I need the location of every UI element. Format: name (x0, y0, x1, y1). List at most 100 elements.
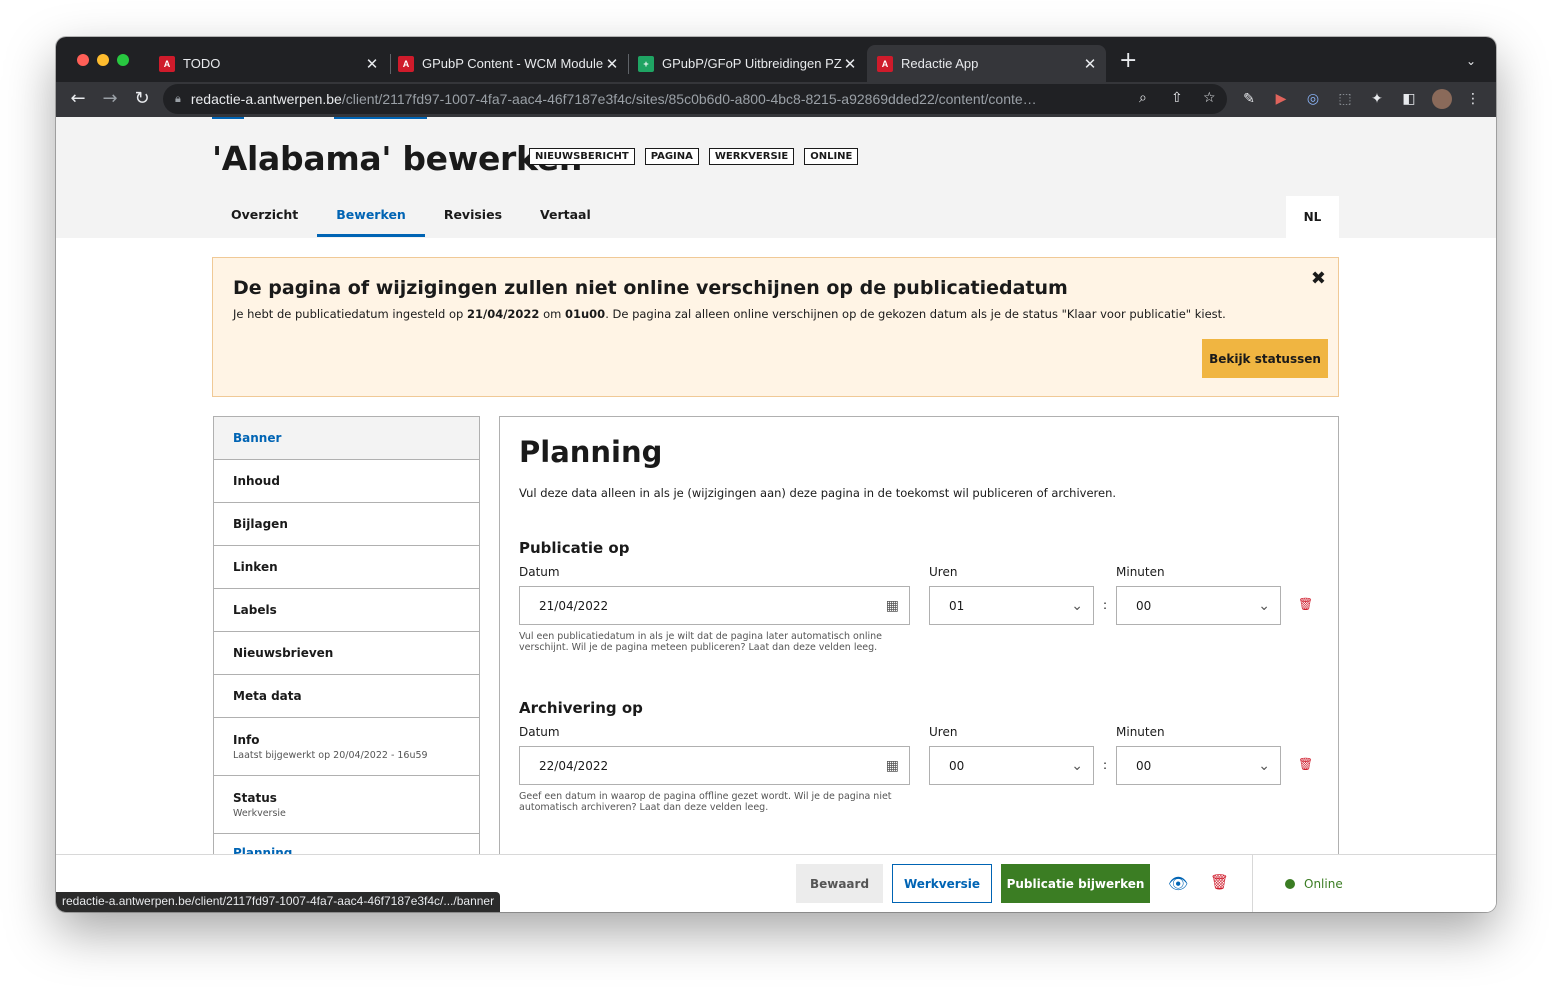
breadcrumb-underline (212, 117, 244, 119)
browser-tab-gpubp-content[interactable]: A GPubP Content - WCM Module ✕ (398, 45, 620, 82)
browser-tab-redactie-app[interactable]: A Redactie App ✕ (867, 45, 1106, 82)
publication-section-title: Publicatie op (519, 539, 630, 557)
saved-button[interactable]: Bewaard (796, 864, 883, 903)
sidebar-toggle-icon[interactable]: ◧ (1400, 90, 1418, 108)
close-tab-icon[interactable]: ✕ (604, 55, 620, 73)
forward-icon[interactable]: → (98, 87, 122, 111)
browser-toolbar: ← → ↻ 🔒︎ redactie-a.antwerpen.be/client/… (56, 82, 1496, 117)
archive-hours-label: Uren (929, 725, 958, 739)
content-tabs: Overzicht Bewerken Revisies Vertaal (212, 197, 610, 237)
archive-minutes-select[interactable]: 00 ⌄ (1116, 746, 1281, 785)
delete-trash-icon[interactable]: 🗑︎ (1210, 873, 1229, 891)
bookmark-star-icon[interactable]: ☆ (1203, 90, 1216, 106)
sidebar-item-inhoud[interactable]: Inhoud (214, 460, 479, 503)
page-content: 'Alabama' bewerken NIEUWSBERICHT PAGINA … (56, 117, 1496, 912)
profile-avatar[interactable] (1432, 89, 1452, 109)
update-publication-button[interactable]: Publicatie bijwerken (1001, 864, 1150, 903)
preview-eye-icon[interactable]: 👁︎ (1168, 874, 1188, 893)
archive-hint: Geef een datum in waarop de pagina offli… (519, 791, 892, 813)
tag-pagina: PAGINA (644, 148, 699, 165)
status-text: Online (1304, 877, 1343, 891)
tab-revisies[interactable]: Revisies (425, 197, 521, 237)
calendar-icon[interactable]: ▦ (886, 597, 899, 615)
tab-search-icon[interactable]: ⌄ (1466, 54, 1476, 68)
reload-icon[interactable]: ↻ (130, 87, 154, 111)
video-extension-icon[interactable]: ▶ (1272, 90, 1290, 108)
tab-bewerken[interactable]: Bewerken (317, 197, 425, 237)
delete-publication-icon[interactable]: 🗑︎ (1298, 597, 1313, 611)
alert-text: Je hebt de publicatiedatum ingesteld op … (233, 307, 1226, 321)
breadcrumb-underline (334, 117, 427, 119)
archive-minutes-label: Minuten (1116, 725, 1165, 739)
archive-hours-select[interactable]: 00 ⌄ (929, 746, 1094, 785)
archive-date-input[interactable]: 22/04/2022 ▦ (519, 746, 910, 785)
browser-tab-bar: A TODO ✕ A GPubP Content - WCM Module ✕ … (56, 37, 1496, 82)
tag-werkversie: WERKVERSIE (708, 148, 795, 165)
planning-intro: Vul deze data alleen in als je (wijzigin… (519, 486, 1117, 500)
share-icon[interactable]: ⇧ (1171, 90, 1183, 106)
tab-vertaal[interactable]: Vertaal (521, 197, 610, 237)
screenshot-extension-icon[interactable]: ⬚ (1336, 90, 1354, 108)
address-bar[interactable]: 🔒︎ redactie-a.antwerpen.be/client/2117fd… (163, 84, 1227, 114)
archive-date-label: Datum (519, 725, 560, 739)
page-header: 'Alabama' bewerken NIEUWSBERICHT PAGINA … (56, 117, 1496, 238)
sidebar-item-labels[interactable]: Labels (214, 589, 479, 632)
planning-title: Planning (519, 435, 663, 469)
tab-overzicht[interactable]: Overzicht (212, 197, 317, 237)
publication-minutes-label: Minuten (1116, 565, 1165, 579)
zoom-icon[interactable]: ⌕ (1139, 90, 1147, 106)
sheets-icon: + (638, 55, 654, 72)
draft-button[interactable]: Werkversie (892, 864, 992, 903)
new-tab-icon[interactable]: + (1119, 50, 1137, 72)
publication-date-input[interactable]: 21/04/2022 ▦ (519, 586, 910, 625)
planning-card: Planning Vul deze data alleen in als je … (499, 416, 1339, 912)
publication-minutes-select[interactable]: 00 ⌄ (1116, 586, 1281, 625)
alert-title: De pagina of wijzigingen zullen niet onl… (233, 277, 1068, 299)
time-separator: : (1103, 598, 1108, 612)
delete-archive-icon[interactable]: 🗑︎ (1298, 757, 1313, 771)
chevron-down-icon: ⌄ (1258, 758, 1270, 774)
warning-alert: De pagina of wijzigingen zullen niet onl… (212, 257, 1339, 397)
close-window-button[interactable] (77, 54, 89, 66)
sidebar-item-banner[interactable]: Banner (214, 417, 479, 460)
page-title: 'Alabama' bewerken (212, 139, 583, 178)
url-text[interactable]: redactie-a.antwerpen.be/client/2117fd97-… (191, 91, 1111, 107)
view-statuses-button[interactable]: Bekijk statussen (1202, 339, 1328, 378)
maximize-window-button[interactable] (117, 54, 129, 66)
close-icon[interactable]: ✖ (1311, 268, 1326, 289)
sidebar-item-status[interactable]: Status Werkversie (214, 776, 479, 834)
archive-section-title: Archivering op (519, 699, 643, 717)
close-tab-icon[interactable]: ✕ (1082, 55, 1098, 73)
publication-hours-label: Uren (929, 565, 958, 579)
language-tab-nl[interactable]: NL (1286, 196, 1339, 238)
close-tab-icon[interactable]: ✕ (364, 55, 380, 73)
chevron-down-icon: ⌄ (1258, 598, 1270, 614)
more-menu-icon[interactable]: ⋮ (1464, 90, 1482, 108)
browser-window: A TODO ✕ A GPubP Content - WCM Module ✕ … (56, 37, 1496, 912)
browser-tab-todo[interactable]: A TODO ✕ (159, 45, 384, 82)
sidebar-item-linken[interactable]: Linken (214, 546, 479, 589)
back-icon[interactable]: ← (66, 87, 90, 111)
calendar-icon[interactable]: ▦ (886, 757, 899, 775)
circle-extension-icon[interactable]: ◎ (1304, 90, 1322, 108)
pen-extension-icon[interactable]: ✎ (1240, 90, 1258, 108)
sidebar-item-nieuwsbrieven[interactable]: Nieuwsbrieven (214, 632, 479, 675)
close-tab-icon[interactable]: ✕ (842, 55, 858, 73)
status-dot (1285, 879, 1295, 889)
publication-date-label: Datum (519, 565, 560, 579)
status-tags: NIEUWSBERICHT PAGINA WERKVERSIE ONLINE (529, 148, 859, 165)
sidebar-item-meta-data[interactable]: Meta data (214, 675, 479, 718)
extensions-puzzle-icon[interactable]: ✦ (1368, 90, 1386, 108)
minimize-window-button[interactable] (97, 54, 109, 66)
time-separator: : (1103, 758, 1108, 772)
chevron-down-icon: ⌄ (1071, 598, 1083, 614)
sidebar-item-bijlagen[interactable]: Bijlagen (214, 503, 479, 546)
browser-tab-gpubp-uitbreidingen[interactable]: + GPubP/GFoP Uitbreidingen PZA ✕ (638, 45, 858, 82)
publication-hint: Vul een publicatiedatum in als je wilt d… (519, 631, 882, 653)
antwerpen-logo-icon: A (877, 55, 893, 72)
sidebar-item-info[interactable]: Info Laatst bijgewerkt op 20/04/2022 - 1… (214, 718, 479, 776)
footer-divider (1252, 855, 1253, 912)
section-nav: Banner Inhoud Bijlagen Linken Labels Nie… (213, 416, 480, 860)
publication-hours-select[interactable]: 01 ⌄ (929, 586, 1094, 625)
chevron-down-icon: ⌄ (1071, 758, 1083, 774)
